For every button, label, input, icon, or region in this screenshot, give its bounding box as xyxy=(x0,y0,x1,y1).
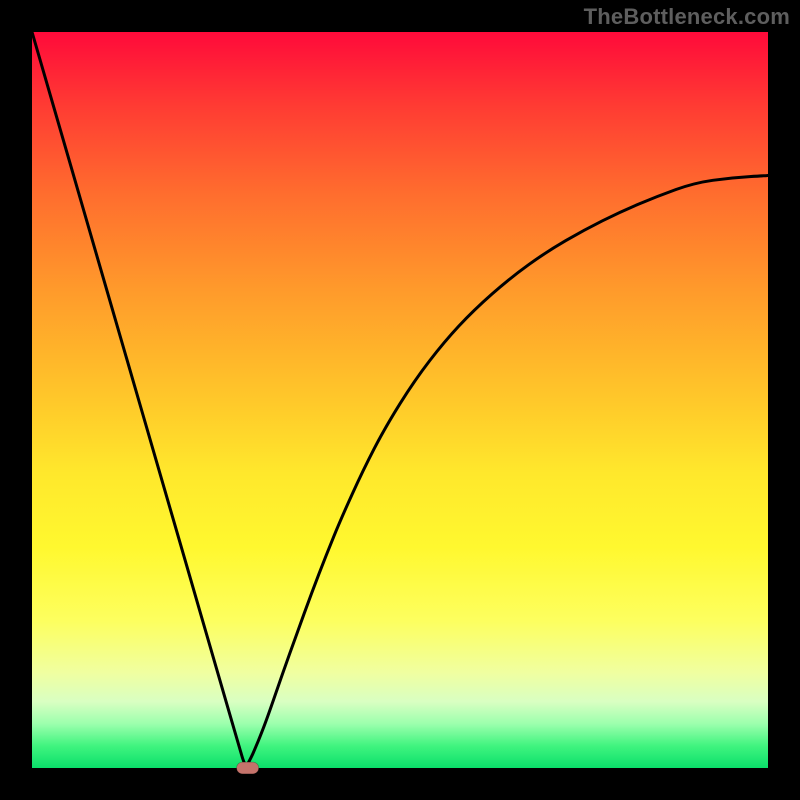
chart-frame: TheBottleneck.com xyxy=(0,0,800,800)
bottleneck-curve xyxy=(32,32,768,765)
chart-svg xyxy=(32,32,768,768)
plot-area xyxy=(32,32,768,768)
sweet-spot-marker xyxy=(237,762,259,774)
watermark-text: TheBottleneck.com xyxy=(584,4,790,30)
